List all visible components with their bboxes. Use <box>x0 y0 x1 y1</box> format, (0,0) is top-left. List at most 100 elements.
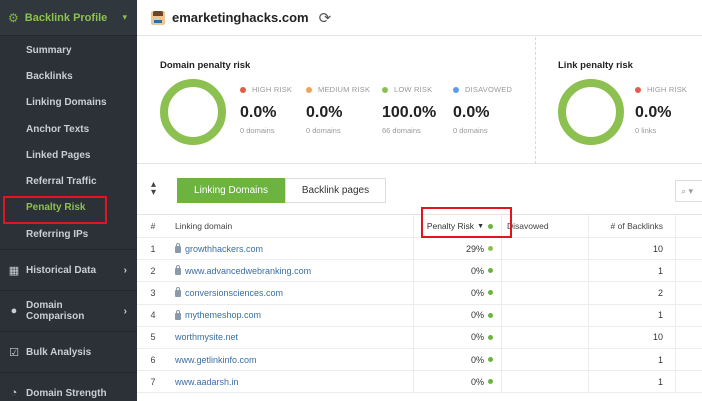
tab-backlink-pages[interactable]: Backlink pages <box>285 178 386 203</box>
table-row[interactable]: 3 conversionsciences.com 0% 2 <box>137 282 702 305</box>
checklist-icon: ☑ <box>9 346 19 359</box>
row-disavowed[interactable] <box>502 348 589 371</box>
risk-dot <box>488 334 493 340</box>
metric-label: MEDIUM RISK <box>318 85 371 94</box>
metric-disavowed: DISAVOWED 0.0% 0 domains <box>453 85 533 135</box>
row-disavowed[interactable] <box>502 371 589 393</box>
row-domain-link[interactable]: growthhackers.com <box>185 244 263 254</box>
calendar-icon: ▦ <box>8 264 20 277</box>
sidebar-section-historical-data[interactable]: ▦ Historical Data › <box>0 249 137 290</box>
domain-risk-title: Domain penalty risk <box>160 60 251 71</box>
row-disavowed[interactable] <box>502 260 589 282</box>
row-backlinks: 10 <box>589 326 676 348</box>
row-risk: 0% <box>470 310 484 321</box>
row-risk-cell: 0% <box>413 260 502 282</box>
sidebar-section-domain-strength[interactable]: ◔ Domain Strength <box>0 372 137 401</box>
row-risk: 0% <box>470 265 484 276</box>
highlight-penalty-risk <box>3 196 107 224</box>
sidebar-section-label: Domain Strength <box>26 387 107 399</box>
row-backlinks: 10 <box>589 238 676 260</box>
row-domain-link[interactable]: www.aadarsh.in <box>175 377 239 387</box>
gauge-icon: ◔ <box>10 387 18 399</box>
table-row[interactable]: 1 growthhackers.com 29% 10 <box>137 238 702 261</box>
bubbles-icon: ● <box>10 305 18 317</box>
row-domain-cell: conversionsciences.com <box>169 287 413 298</box>
row-domain-link[interactable]: www.advancedwebranking.com <box>185 266 311 276</box>
table-row[interactable]: 2 www.advancedwebranking.com 0% 1 <box>137 260 702 283</box>
sidebar-item-referring-ips[interactable]: Referring IPs <box>0 221 137 247</box>
row-risk-cell: 29% <box>413 238 502 260</box>
sidebar-header-label: Backlink Profile <box>24 11 108 24</box>
sidebar-section-bulk-analysis[interactable]: ☑ Bulk Analysis <box>0 331 137 372</box>
link-risk-title: Link penalty risk <box>558 60 633 71</box>
metric-label: HIGH RISK <box>647 85 688 94</box>
table-row[interactable]: 5 worthmysite.net 0% 10 <box>137 326 702 349</box>
row-number: 2 <box>150 265 156 276</box>
row-domain-link[interactable]: conversionsciences.com <box>185 288 283 298</box>
low-risk-dot <box>382 86 388 93</box>
metric-link-high-risk: HIGH RISK 0.0% 0 links <box>635 85 701 135</box>
sidebar-item-anchor-texts[interactable]: Anchor Texts <box>0 116 137 142</box>
row-backlinks: 1 <box>589 348 676 371</box>
sidebar-item-summary[interactable]: Summary <box>0 37 137 63</box>
highlight-penalty-risk-column <box>421 207 512 238</box>
sidebar-item-linked-pages[interactable]: Linked Pages <box>0 142 137 168</box>
table-row[interactable]: 6 www.getlinkinfo.com 0% 1 <box>137 348 702 372</box>
row-domain-cell: www.aadarsh.in <box>169 377 413 387</box>
row-domain-link[interactable]: worthmysite.net <box>175 332 238 342</box>
tabs-bar: ▴ ▾ Linking Domains Backlink pages ⌕ ▾ <box>137 165 702 213</box>
row-risk-cell: 0% <box>413 348 502 371</box>
col-disavowed[interactable]: Disavowed <box>502 215 589 237</box>
tab-linking-domains[interactable]: Linking Domains <box>177 178 285 203</box>
refresh-icon[interactable]: ⟳ <box>319 9 332 27</box>
metric-sub: 0 domains <box>453 126 488 135</box>
row-domain-link[interactable]: www.getlinkinfo.com <box>175 355 257 365</box>
row-number: 7 <box>150 376 156 387</box>
lock-icon <box>175 287 181 298</box>
stats-divider <box>535 37 536 164</box>
table-row[interactable]: 7 www.aadarsh.in 0% 1 <box>137 371 702 394</box>
metric-value: 0.0% <box>306 104 343 121</box>
gear-icon: ⚙ <box>8 10 19 25</box>
sort-icon[interactable]: ▴ ▾ <box>151 180 156 198</box>
risk-dot <box>488 246 493 252</box>
table-row[interactable]: 4 mythemeshop.com 0% 1 <box>137 304 702 327</box>
metric-sub: 0 domains <box>306 126 341 135</box>
row-risk-cell: 0% <box>413 304 502 326</box>
row-number: 6 <box>150 354 156 365</box>
metric-low-risk: LOW RISK 100.0% 66 domains <box>382 85 462 135</box>
row-disavowed[interactable] <box>502 238 589 260</box>
row-risk-cell: 0% <box>413 371 502 393</box>
row-domain-cell: worthmysite.net <box>169 332 413 342</box>
risk-dot <box>488 379 493 385</box>
sidebar-section-domain-comparison[interactable]: ● Domain Comparison › <box>0 290 137 331</box>
col-linking-domain[interactable]: Linking domain <box>169 221 413 231</box>
chevron-right-icon: › <box>123 264 127 276</box>
avatar <box>151 10 165 25</box>
row-number: 1 <box>150 243 156 254</box>
row-number: 4 <box>150 310 156 321</box>
search-icon[interactable]: ⌕ ▾ <box>675 180 702 202</box>
row-disavowed[interactable] <box>502 282 589 304</box>
sidebar-item-linking-domains[interactable]: Linking Domains <box>0 90 137 116</box>
metric-sub: 0 links <box>635 126 657 135</box>
row-disavowed[interactable] <box>502 304 589 326</box>
metric-value: 0.0% <box>453 104 490 121</box>
top-header: emarketinghacks.com ⟳ <box>137 0 702 36</box>
project-domain: emarketinghacks.com <box>172 10 309 25</box>
row-number: 5 <box>150 332 156 343</box>
sidebar-item-backlinks[interactable]: Backlinks <box>0 63 137 89</box>
table-header: # Linking domain Penalty Risk ▼ Disavowe… <box>137 214 702 238</box>
sidebar-item-referral-traffic[interactable]: Referral Traffic <box>0 168 137 194</box>
metric-value: 0.0% <box>635 104 672 121</box>
sidebar-header[interactable]: ⚙ Backlink Profile ▾ <box>0 0 137 36</box>
metric-sub: 66 domains <box>382 126 421 135</box>
col-number[interactable]: # <box>137 221 169 231</box>
metric-value: 100.0% <box>382 104 437 121</box>
row-domain-link[interactable]: mythemeshop.com <box>185 310 261 320</box>
row-disavowed[interactable] <box>502 326 589 348</box>
col-backlinks[interactable]: # of Backlinks <box>589 215 676 237</box>
disavowed-dot <box>453 86 459 93</box>
row-risk-cell: 0% <box>413 326 502 348</box>
risk-dot <box>488 312 493 318</box>
